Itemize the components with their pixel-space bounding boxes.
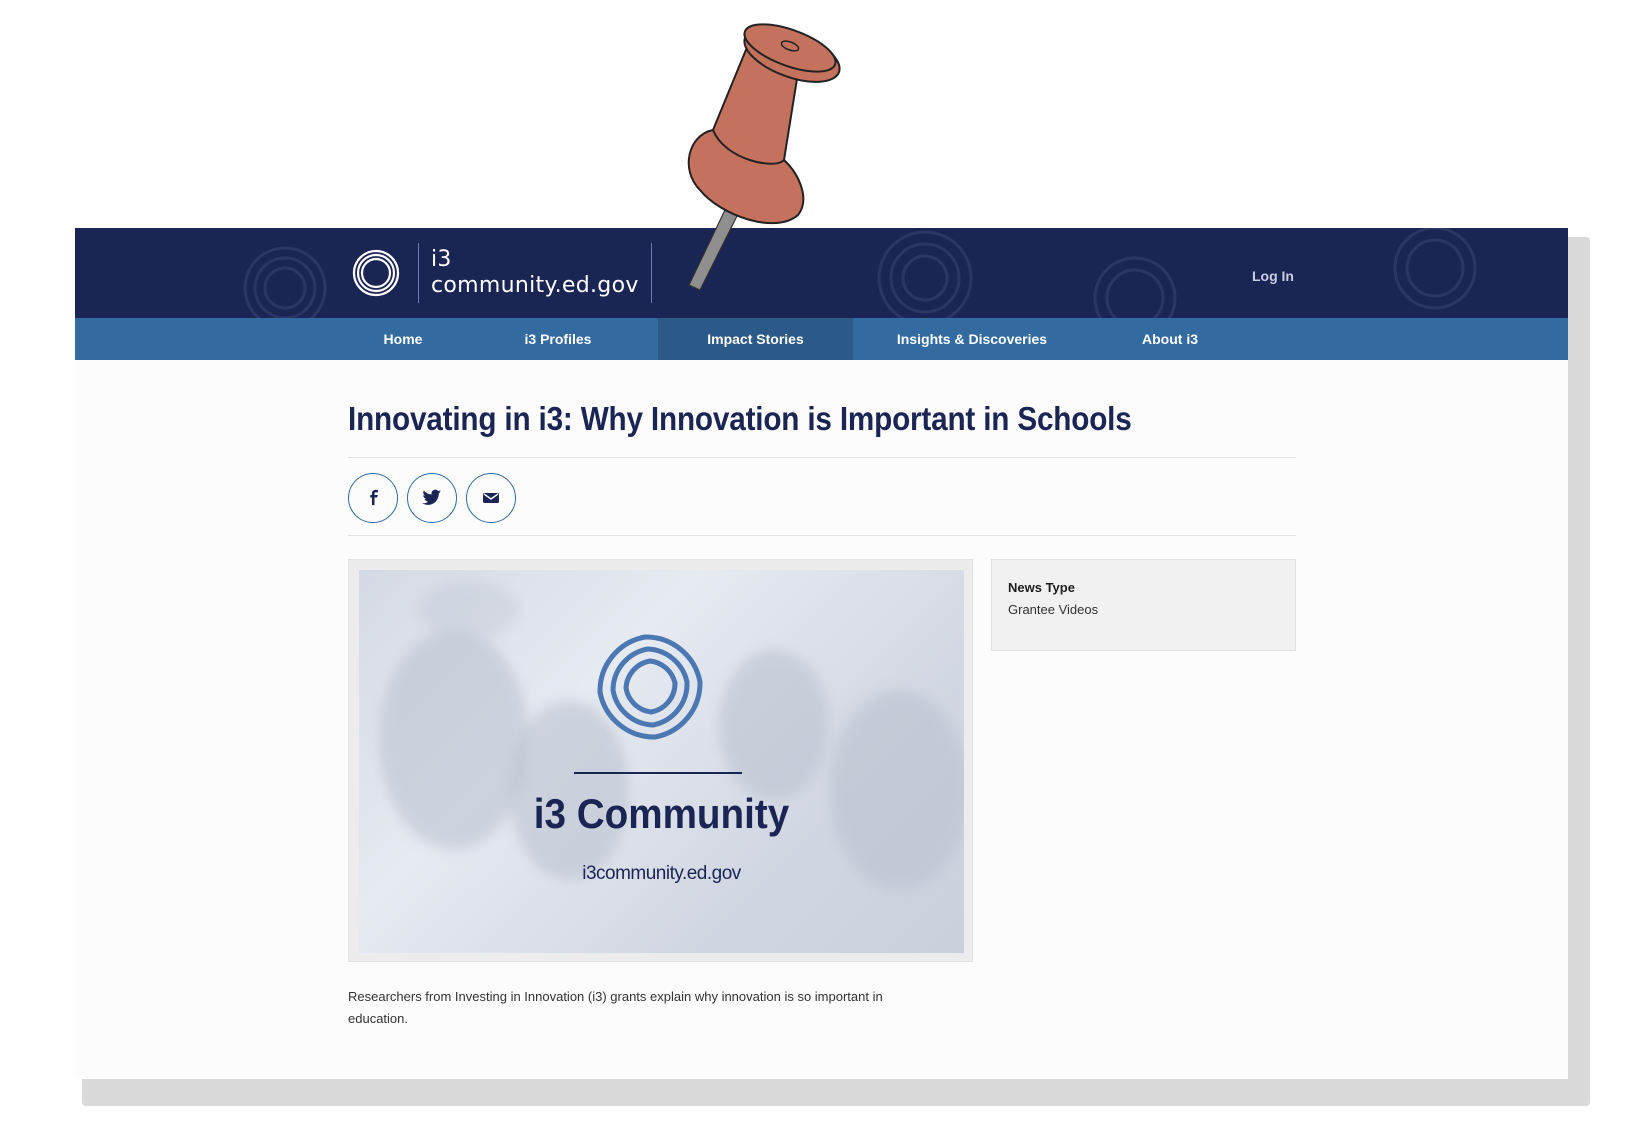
news-type-box: News Type Grantee Videos [991, 559, 1296, 651]
article-title: Innovating in i3: Why Innovation is Impo… [348, 400, 1132, 437]
nav-item-home[interactable]: Home [348, 318, 458, 360]
logo-text: i3 community.ed.gov [431, 247, 639, 299]
nav-item-impact-stories[interactable]: Impact Stories [658, 318, 853, 360]
article-body: Researchers from Investing in Innovation… [348, 989, 883, 1026]
email-icon [483, 493, 499, 503]
share-facebook-button[interactable] [348, 473, 398, 523]
video-url: i3community.ed.gov [582, 863, 741, 884]
i3-community-logo-icon [597, 634, 703, 740]
header-decoration-swirl [1093, 256, 1177, 318]
logo-line-1: i3 [431, 247, 452, 272]
webpage-screenshot: i3 community.ed.gov Log In Home i3 Profi… [75, 228, 1568, 1079]
video-title: i3 Community [533, 790, 790, 837]
share-email-button[interactable] [466, 473, 516, 523]
i3-swirl-logo-icon [352, 249, 400, 297]
nav-item-insights-discoveries[interactable]: Insights & Discoveries [853, 318, 1091, 360]
header-decoration-swirl [1393, 228, 1477, 310]
site-logo[interactable]: i3 community.ed.gov [348, 243, 652, 303]
twitter-icon [422, 489, 442, 505]
header-decoration-swirl [243, 246, 327, 318]
nav-item-about-i3[interactable]: About i3 [1091, 318, 1249, 360]
title-divider [348, 457, 1296, 458]
main-nav: Home i3 Profiles Impact Stories Insights… [75, 318, 1568, 360]
news-type-value[interactable]: Grantee Videos [1008, 602, 1279, 617]
share-twitter-button[interactable] [407, 473, 457, 523]
share-buttons [348, 473, 516, 523]
pushpin-icon [687, 23, 841, 291]
login-link[interactable]: Log In [1252, 268, 1294, 284]
logo-divider [418, 243, 419, 303]
video-card[interactable]: i3 Community i3community.ed.gov [348, 559, 973, 962]
news-type-label: News Type [1008, 580, 1075, 595]
share-divider [348, 535, 1296, 536]
logo-line-2: community.ed.gov [431, 273, 639, 298]
logo-divider [650, 243, 652, 303]
nav-item-i3-profiles[interactable]: i3 Profiles [458, 318, 658, 360]
facebook-icon [370, 489, 378, 506]
video-thumbnail[interactable]: i3 Community i3community.ed.gov [359, 570, 964, 953]
logo-underline [574, 772, 742, 774]
